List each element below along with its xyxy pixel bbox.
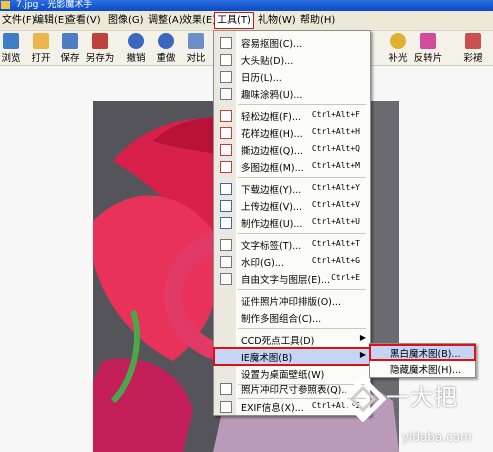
menu-item-text-label[interactable]: 文字标签(T)... Ctrl+Alt+T <box>214 236 370 253</box>
download-frame-icon <box>220 183 232 195</box>
pattern-frame-icon <box>220 127 232 139</box>
menu-item-upload-frame[interactable]: 上传边框(V)... Ctrl+Alt+V <box>214 197 370 214</box>
site-watermark: 一大把 yidaba.com <box>340 372 490 450</box>
open-button[interactable]: 打开 <box>26 33 56 64</box>
redo-button[interactable]: 重做 <box>151 33 181 64</box>
menu-item-photo-sticker[interactable]: 大头贴(D)... <box>214 51 370 68</box>
menu-adjust[interactable]: 调整(A) <box>146 13 185 28</box>
menu-image[interactable]: 图像(G) <box>106 13 146 28</box>
tools-menu-dropdown: 容易抠图(C)... 大头贴(D)... 日历(L)... 趣味涂鸦(U)...… <box>213 30 371 416</box>
menu-item-multi-image-combo[interactable]: 制作多图组合(C)... <box>214 309 370 326</box>
color-fade-button[interactable]: 彩褪 <box>458 33 488 64</box>
watermark-text: 一大把 <box>386 385 458 411</box>
open-folder-icon <box>33 33 49 49</box>
window-title-bar: 7.jpg - 光影魔术手 <box>0 0 493 11</box>
menu-item-text-layer[interactable]: 自由文字与图层(E)... Ctrl+E <box>214 270 370 287</box>
exif-icon <box>220 401 232 413</box>
watermark-url: yidaba.com <box>402 430 472 444</box>
menu-effects[interactable]: 效果(E) <box>180 13 218 28</box>
browse-button[interactable]: 浏览 <box>0 33 26 64</box>
submenu-item-bw-magic[interactable]: 黑白魔术图(B)... <box>369 344 476 361</box>
text-label-icon <box>220 239 232 251</box>
photo-sticker-icon <box>220 54 232 66</box>
calendar-icon <box>220 71 232 83</box>
save-icon <box>62 33 78 49</box>
upload-frame-icon <box>220 200 232 212</box>
doodle-icon <box>220 88 232 100</box>
fill-light-icon <box>390 33 406 49</box>
menu-help[interactable]: 帮助(H) <box>298 13 337 28</box>
menu-tools[interactable]: 工具(T) <box>214 12 254 29</box>
app-icon <box>1 1 10 9</box>
reversal-film-icon <box>420 33 436 49</box>
menu-item-id-photo-layout[interactable]: 证件照片冲印排版(O)... <box>214 292 370 309</box>
reversal-film-button[interactable]: 反转片 <box>413 33 443 64</box>
watermark-icon <box>220 256 232 268</box>
menu-gifts[interactable]: 礼物(W) <box>256 13 298 28</box>
save-as-button[interactable]: 另存为 <box>85 33 115 64</box>
cutout-icon <box>220 37 232 49</box>
menu-item-torn-frame[interactable]: 撕边边框(Q)... Ctrl+Alt+Q <box>214 141 370 158</box>
fill-light-button[interactable]: 补光 <box>383 33 413 64</box>
menu-item-easy-cutout[interactable]: 容易抠图(C)... <box>214 34 370 51</box>
undo-icon <box>128 33 144 49</box>
menu-item-easy-frame[interactable]: 轻松边框(F)... Ctrl+Alt+F <box>214 107 370 124</box>
color-fade-icon <box>465 33 481 49</box>
undo-button[interactable]: 撤销 <box>121 33 151 64</box>
torn-frame-icon <box>220 144 232 156</box>
menu-separator <box>238 104 366 105</box>
menu-separator <box>238 177 366 178</box>
menu-item-doodle[interactable]: 趣味涂鸦(U)... <box>214 85 370 102</box>
browse-icon <box>3 33 19 49</box>
menu-item-make-frame[interactable]: 制作边框(U)... Ctrl+Alt+U <box>214 214 370 231</box>
print-size-icon <box>220 383 232 395</box>
menu-separator <box>238 289 366 290</box>
text-layer-icon <box>220 273 232 285</box>
menu-item-multi-frame[interactable]: 多图边框(M)... Ctrl+Alt+M <box>214 158 370 175</box>
menu-item-ccd-tool[interactable]: CCD死点工具(D) ▶ <box>214 331 370 348</box>
menu-item-ie-magic[interactable]: IE魔术图(B) ▶ <box>213 347 371 366</box>
menu-item-download-frame[interactable]: 下载边框(Y)... Ctrl+Alt+Y <box>214 180 370 197</box>
save-button[interactable]: 保存 <box>55 33 85 64</box>
save-as-icon <box>92 33 108 49</box>
window-title: 7.jpg - 光影魔术手 <box>15 0 93 10</box>
multi-frame-icon <box>220 161 232 173</box>
menu-item-calendar[interactable]: 日历(L)... <box>214 68 370 85</box>
compare-icon <box>188 33 204 49</box>
redo-icon <box>158 33 174 49</box>
watermark-logo-icon <box>340 376 386 422</box>
menu-separator <box>238 233 366 234</box>
submenu-arrow-icon: ▶ <box>359 350 366 359</box>
menu-view[interactable]: 查看(V) <box>64 13 103 28</box>
menu-item-watermark[interactable]: 水印(G)... Ctrl+Alt+G <box>214 253 370 270</box>
submenu-arrow-icon: ▶ <box>359 333 366 342</box>
easy-frame-icon <box>220 110 232 122</box>
compare-button[interactable]: 对比 <box>181 33 211 64</box>
menu-item-pattern-frame[interactable]: 花样边框(H)... Ctrl+Alt+H <box>214 124 370 141</box>
menu-separator <box>238 328 366 329</box>
make-frame-icon <box>220 217 232 229</box>
menu-bar: 文件(F) 编辑(E) 查看(V) 图像(G) 调整(A) 效果(E) 工具(T… <box>0 11 493 31</box>
